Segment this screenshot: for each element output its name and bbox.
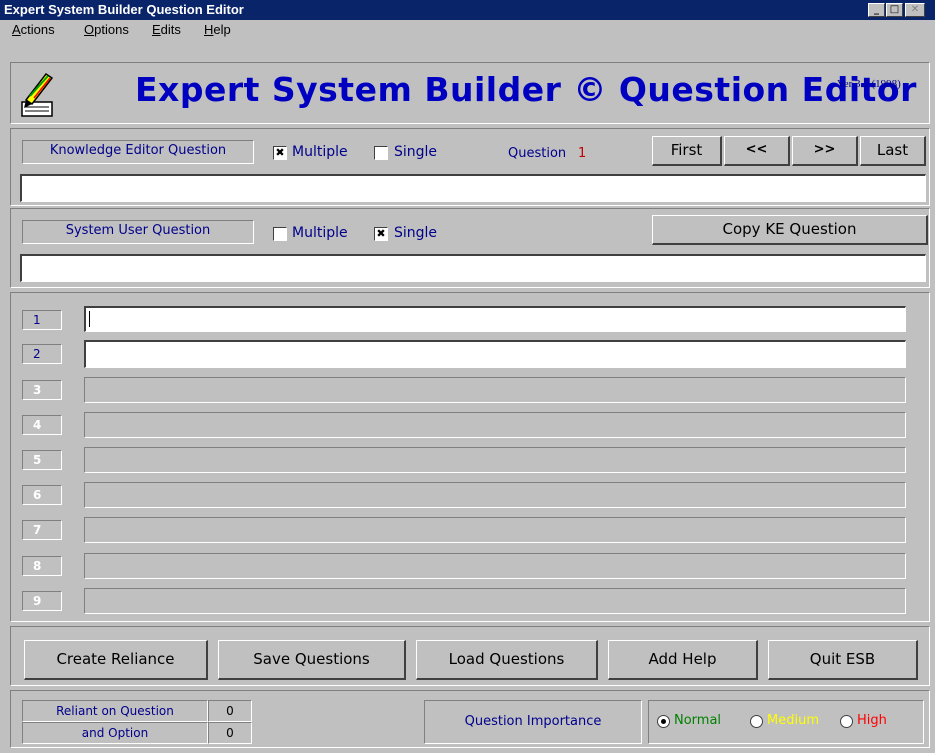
- option-input-2[interactable]: [84, 340, 906, 368]
- add-help-button[interactable]: Add Help: [608, 640, 758, 680]
- option-number: 7: [22, 520, 62, 540]
- option-number: 4: [22, 415, 62, 435]
- user-multiple-checkbox[interactable]: [273, 227, 287, 241]
- maximize-button[interactable]: □: [886, 3, 903, 17]
- ke-multiple-checkbox[interactable]: ✖: [273, 146, 287, 160]
- user-question-input[interactable]: [20, 254, 926, 282]
- option-number: 9: [22, 591, 62, 611]
- option-input-5: [84, 447, 906, 473]
- text-cursor: [89, 311, 90, 327]
- ke-question-label: Knowledge Editor Question: [22, 140, 254, 164]
- menu-options[interactable]: Options: [84, 20, 129, 40]
- importance-label-box: Question Importance: [424, 700, 642, 744]
- importance-medium-label: Medium: [767, 713, 819, 728]
- option-input-7: [84, 517, 906, 543]
- question-number: 1: [578, 146, 587, 161]
- question-label: Question: [508, 146, 567, 161]
- title-bar: Expert System Builder Question Editor: [0, 0, 935, 20]
- option-input-1[interactable]: [84, 306, 906, 332]
- option-input-8: [84, 553, 906, 579]
- user-multiple-label: Multiple: [292, 225, 348, 241]
- create-reliance-button[interactable]: Create Reliance: [24, 640, 208, 680]
- close-icon: ✕: [910, 4, 920, 15]
- option-number: 3: [22, 380, 62, 400]
- option-input-6: [84, 482, 906, 508]
- menu-edits[interactable]: Edits: [152, 20, 181, 40]
- check-icon: ✖: [275, 146, 285, 159]
- user-question-label: System User Question: [22, 220, 254, 244]
- option-label-box: and Option: [22, 722, 208, 744]
- next-button[interactable]: >>: [792, 136, 858, 166]
- option-input-4: [84, 412, 906, 438]
- option-value: 0: [226, 726, 234, 740]
- option-number: 6: [22, 485, 62, 505]
- importance-medium-radio[interactable]: [750, 715, 763, 728]
- ke-multiple-label: Multiple: [292, 144, 348, 160]
- first-button[interactable]: First: [652, 136, 722, 166]
- check-icon: ✖: [376, 227, 386, 240]
- reliant-question-value: 0: [226, 704, 234, 718]
- reliant-question-value-box: 0: [208, 700, 252, 722]
- user-single-label: Single: [394, 225, 438, 241]
- last-button[interactable]: Last: [860, 136, 926, 166]
- importance-high-radio[interactable]: [840, 715, 853, 728]
- reliant-question-label-box: Reliant on Question: [22, 700, 208, 722]
- minimize-icon: _: [874, 4, 879, 15]
- reliant-question-label: Reliant on Question: [56, 704, 174, 718]
- ke-single-checkbox[interactable]: [374, 146, 388, 160]
- maximize-icon: □: [889, 4, 900, 15]
- minimize-button[interactable]: _: [868, 3, 885, 17]
- app-title: Expert System Builder © Question Editor: [135, 70, 917, 109]
- option-number: 8: [22, 556, 62, 576]
- option-input-9: [84, 588, 906, 614]
- user-single-checkbox[interactable]: ✖: [374, 227, 388, 241]
- option-input-3: [84, 377, 906, 403]
- importance-normal-radio[interactable]: [657, 715, 670, 728]
- option-label: and Option: [81, 726, 149, 740]
- save-questions-button[interactable]: Save Questions: [218, 640, 406, 680]
- menu-actions[interactable]: Actions: [12, 20, 55, 40]
- importance-normal-label: Normal: [674, 713, 722, 728]
- ke-question-input[interactable]: [20, 174, 926, 202]
- option-value-box: 0: [208, 722, 252, 744]
- importance-high-label: High: [857, 713, 887, 728]
- option-number: 5: [22, 450, 62, 470]
- prev-button[interactable]: <<: [724, 136, 790, 166]
- quit-esb-button[interactable]: Quit ESB: [768, 640, 918, 680]
- option-number: 2: [22, 344, 62, 364]
- option-number: 1: [22, 310, 62, 330]
- menu-help[interactable]: Help: [204, 20, 231, 40]
- importance-label: Question Importance: [464, 714, 602, 729]
- version-label: Ver 3.1 (1998): [837, 78, 901, 90]
- copy-ke-question-button[interactable]: Copy KE Question: [652, 215, 928, 245]
- pencil-notepad-icon: [16, 68, 60, 120]
- menu-bar: Actions Options Edits Help: [0, 20, 935, 40]
- window-title: Expert System Builder Question Editor: [4, 2, 244, 17]
- load-questions-button[interactable]: Load Questions: [416, 640, 598, 680]
- ke-single-label: Single: [394, 144, 438, 160]
- close-button[interactable]: ✕: [905, 3, 925, 17]
